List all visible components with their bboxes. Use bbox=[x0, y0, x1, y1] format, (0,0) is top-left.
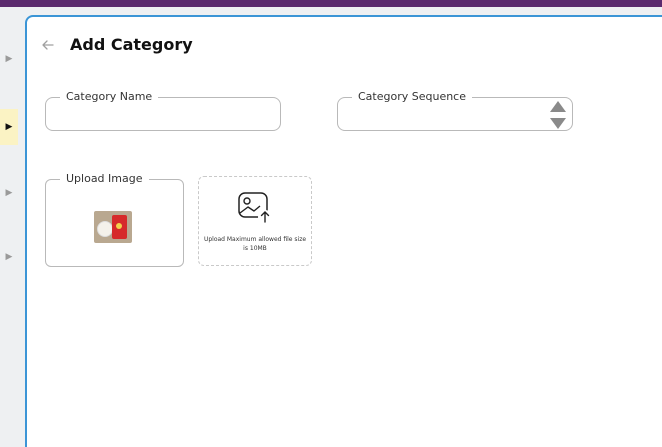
category-name-input[interactable] bbox=[54, 106, 250, 124]
sidebar-rail: ▶ ▶ ▶ ▶ bbox=[0, 7, 18, 447]
sequence-stepper[interactable] bbox=[550, 101, 566, 129]
sidebar-item-1[interactable]: ▶ bbox=[0, 41, 18, 77]
category-name-label: Category Name bbox=[60, 90, 159, 103]
category-sequence-label: Category Sequence bbox=[352, 90, 473, 103]
sidebar-item-3[interactable]: ▶ bbox=[0, 175, 18, 211]
arrow-left-icon[interactable] bbox=[41, 38, 55, 52]
upload-hint: Upload Maximum allowed file size is 10MB bbox=[203, 236, 307, 252]
uploaded-image-thumbnail[interactable] bbox=[94, 211, 132, 243]
category-sequence-field[interactable]: Category Sequence bbox=[337, 90, 573, 131]
category-name-field[interactable]: Category Name bbox=[45, 90, 281, 131]
chevron-right-icon: ▶ bbox=[5, 188, 13, 198]
stepper-up-icon[interactable] bbox=[550, 101, 566, 112]
category-sequence-input[interactable] bbox=[346, 106, 542, 124]
chevron-right-icon: ▶ bbox=[5, 54, 13, 64]
image-dropzone[interactable]: Upload Maximum allowed file size is 10MB bbox=[198, 176, 312, 266]
chevron-right-icon: ▶ bbox=[5, 252, 13, 262]
sidebar-item-4[interactable]: ▶ bbox=[0, 239, 18, 275]
stepper-down-icon[interactable] bbox=[550, 118, 566, 129]
top-bar bbox=[0, 0, 662, 7]
chevron-right-icon: ▶ bbox=[5, 122, 13, 132]
upload-image-field: Upload Image bbox=[45, 172, 184, 267]
page-title: Add Category bbox=[70, 35, 193, 54]
add-category-panel: Add Category Category Name Category Sequ… bbox=[25, 15, 662, 447]
image-upload-icon bbox=[238, 192, 272, 224]
sidebar-item-2[interactable]: ▶ bbox=[0, 109, 18, 145]
upload-image-label: Upload Image bbox=[60, 172, 149, 185]
